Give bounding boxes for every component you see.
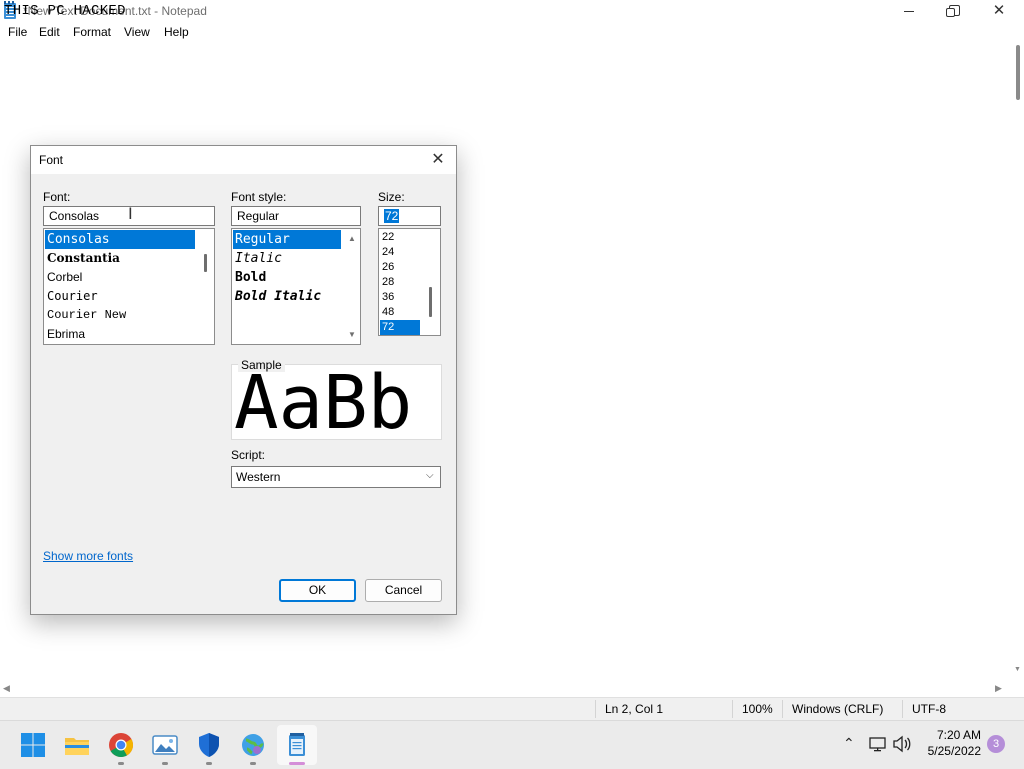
windows-start-icon[interactable]: [17, 729, 49, 761]
font-list-item[interactable]: Consolas: [45, 230, 195, 249]
clock-date[interactable]: 5/25/2022: [925, 744, 981, 758]
status-line-ending: Windows (CRLF): [782, 700, 900, 718]
script-label: Script:: [231, 448, 266, 462]
menu-edit[interactable]: Edit: [39, 25, 60, 39]
menu-file[interactable]: File: [8, 25, 27, 39]
script-dropdown[interactable]: Western ⌵: [231, 466, 441, 488]
status-zoom: 100%: [732, 700, 782, 718]
sample-text: AaBb: [234, 360, 413, 446]
minimize-button[interactable]: [886, 0, 932, 23]
font-list-scroll-thumb[interactable]: [204, 254, 207, 272]
script-value: Western: [236, 470, 281, 484]
size-list-item[interactable]: 24: [380, 245, 394, 260]
size-list-item[interactable]: 22: [380, 230, 394, 245]
size-list-item[interactable]: 36: [380, 290, 394, 305]
close-icon: ✕: [992, 2, 1006, 19]
font-list-item[interactable]: Constantia: [45, 249, 120, 268]
style-list-item[interactable]: Regular: [233, 230, 341, 249]
style-list-item[interactable]: Italic: [233, 249, 282, 268]
font-style-input[interactable]: Regular: [231, 206, 361, 226]
photos-icon[interactable]: [149, 729, 181, 761]
font-size-value: 72: [384, 209, 400, 223]
scroll-down-arrow-icon[interactable]: ▼: [348, 330, 356, 339]
text-cursor-icon: I: [128, 204, 133, 223]
font-list-item[interactable]: Corbel: [45, 268, 82, 287]
size-list-item[interactable]: 72: [380, 320, 420, 335]
horizontal-scrollbar[interactable]: [0, 682, 1012, 696]
font-list[interactable]: Consolas Constantia Corbel Courier Couri…: [43, 228, 215, 345]
close-button[interactable]: ✕: [976, 0, 1022, 23]
taskbar: ⌃: [0, 720, 1024, 769]
show-hidden-icons-chevron-icon[interactable]: ⌃: [843, 735, 855, 752]
menu-format[interactable]: Format: [73, 25, 111, 39]
network-icon[interactable]: [868, 735, 888, 756]
volume-icon[interactable]: [892, 735, 912, 756]
show-more-fonts-link[interactable]: Show more fonts: [43, 549, 133, 563]
scroll-left-arrow-icon[interactable]: ◀: [3, 683, 10, 694]
font-style-list[interactable]: Regular Italic Bold Bold Italic ▲ ▼: [231, 228, 361, 345]
sample-label: Sample: [238, 358, 285, 372]
editor-content: THIS PC HACKED: [4, 3, 126, 19]
scroll-right-arrow-icon[interactable]: ▶: [995, 683, 1002, 694]
vertical-scroll-thumb[interactable]: [1016, 45, 1020, 100]
running-indicator: [118, 762, 124, 765]
network-globe-icon[interactable]: [237, 729, 269, 761]
running-indicator: [206, 762, 212, 765]
status-encoding: UTF-8: [902, 700, 1022, 718]
windows-security-icon[interactable]: [193, 729, 225, 761]
font-size-list[interactable]: 22 24 26 28 36 48 72: [378, 228, 441, 336]
size-label: Size:: [378, 190, 405, 204]
font-dialog: Font ✕ Font: Consolas I Consolas Constan…: [30, 145, 457, 615]
notepad-icon[interactable]: [281, 729, 313, 761]
status-cursor-position: Ln 2, Col 1: [595, 700, 730, 718]
cancel-button[interactable]: Cancel: [365, 579, 442, 602]
size-list-item[interactable]: 28: [380, 275, 394, 290]
font-list-item[interactable]: Ebrima: [45, 325, 85, 344]
style-list-item[interactable]: Bold Italic: [233, 287, 321, 306]
minimize-icon: [904, 11, 914, 12]
clock-time[interactable]: 7:20 AM: [935, 728, 981, 742]
file-explorer-icon[interactable]: [61, 729, 93, 761]
size-list-item[interactable]: 26: [380, 260, 394, 275]
running-indicator: [250, 762, 256, 765]
vertical-scrollbar[interactable]: [1012, 42, 1024, 682]
dialog-title-bar: [31, 146, 456, 174]
font-list-item[interactable]: Courier New: [45, 306, 126, 325]
size-list-scroll-thumb[interactable]: [429, 287, 432, 317]
menu-view[interactable]: View: [124, 25, 150, 39]
chevron-down-icon: ⌵: [426, 470, 434, 481]
dialog-title: Font: [39, 153, 64, 167]
menu-help[interactable]: Help: [164, 25, 189, 39]
close-icon: ✕: [431, 151, 445, 168]
font-label: Font:: [43, 190, 71, 204]
font-list-item[interactable]: Courier: [45, 287, 98, 306]
notification-badge[interactable]: 3: [987, 735, 1005, 753]
maximize-button[interactable]: [932, 0, 978, 23]
restore-icon: [946, 5, 960, 17]
font-size-input[interactable]: 72: [378, 206, 441, 226]
style-list-item[interactable]: Bold: [233, 268, 266, 287]
menu-bar: File Edit Format View Help: [0, 23, 1024, 42]
dialog-close-button[interactable]: ✕: [427, 150, 449, 170]
font-style-label: Font style:: [231, 190, 287, 204]
scroll-up-arrow-icon[interactable]: ▲: [348, 234, 356, 243]
chrome-icon[interactable]: [105, 729, 137, 761]
ok-button[interactable]: OK: [279, 579, 356, 602]
running-indicator: [162, 762, 168, 765]
size-list-item[interactable]: 48: [380, 305, 394, 320]
active-app-indicator: [289, 762, 305, 765]
scroll-down-arrow-icon[interactable]: ▼: [1014, 666, 1022, 674]
